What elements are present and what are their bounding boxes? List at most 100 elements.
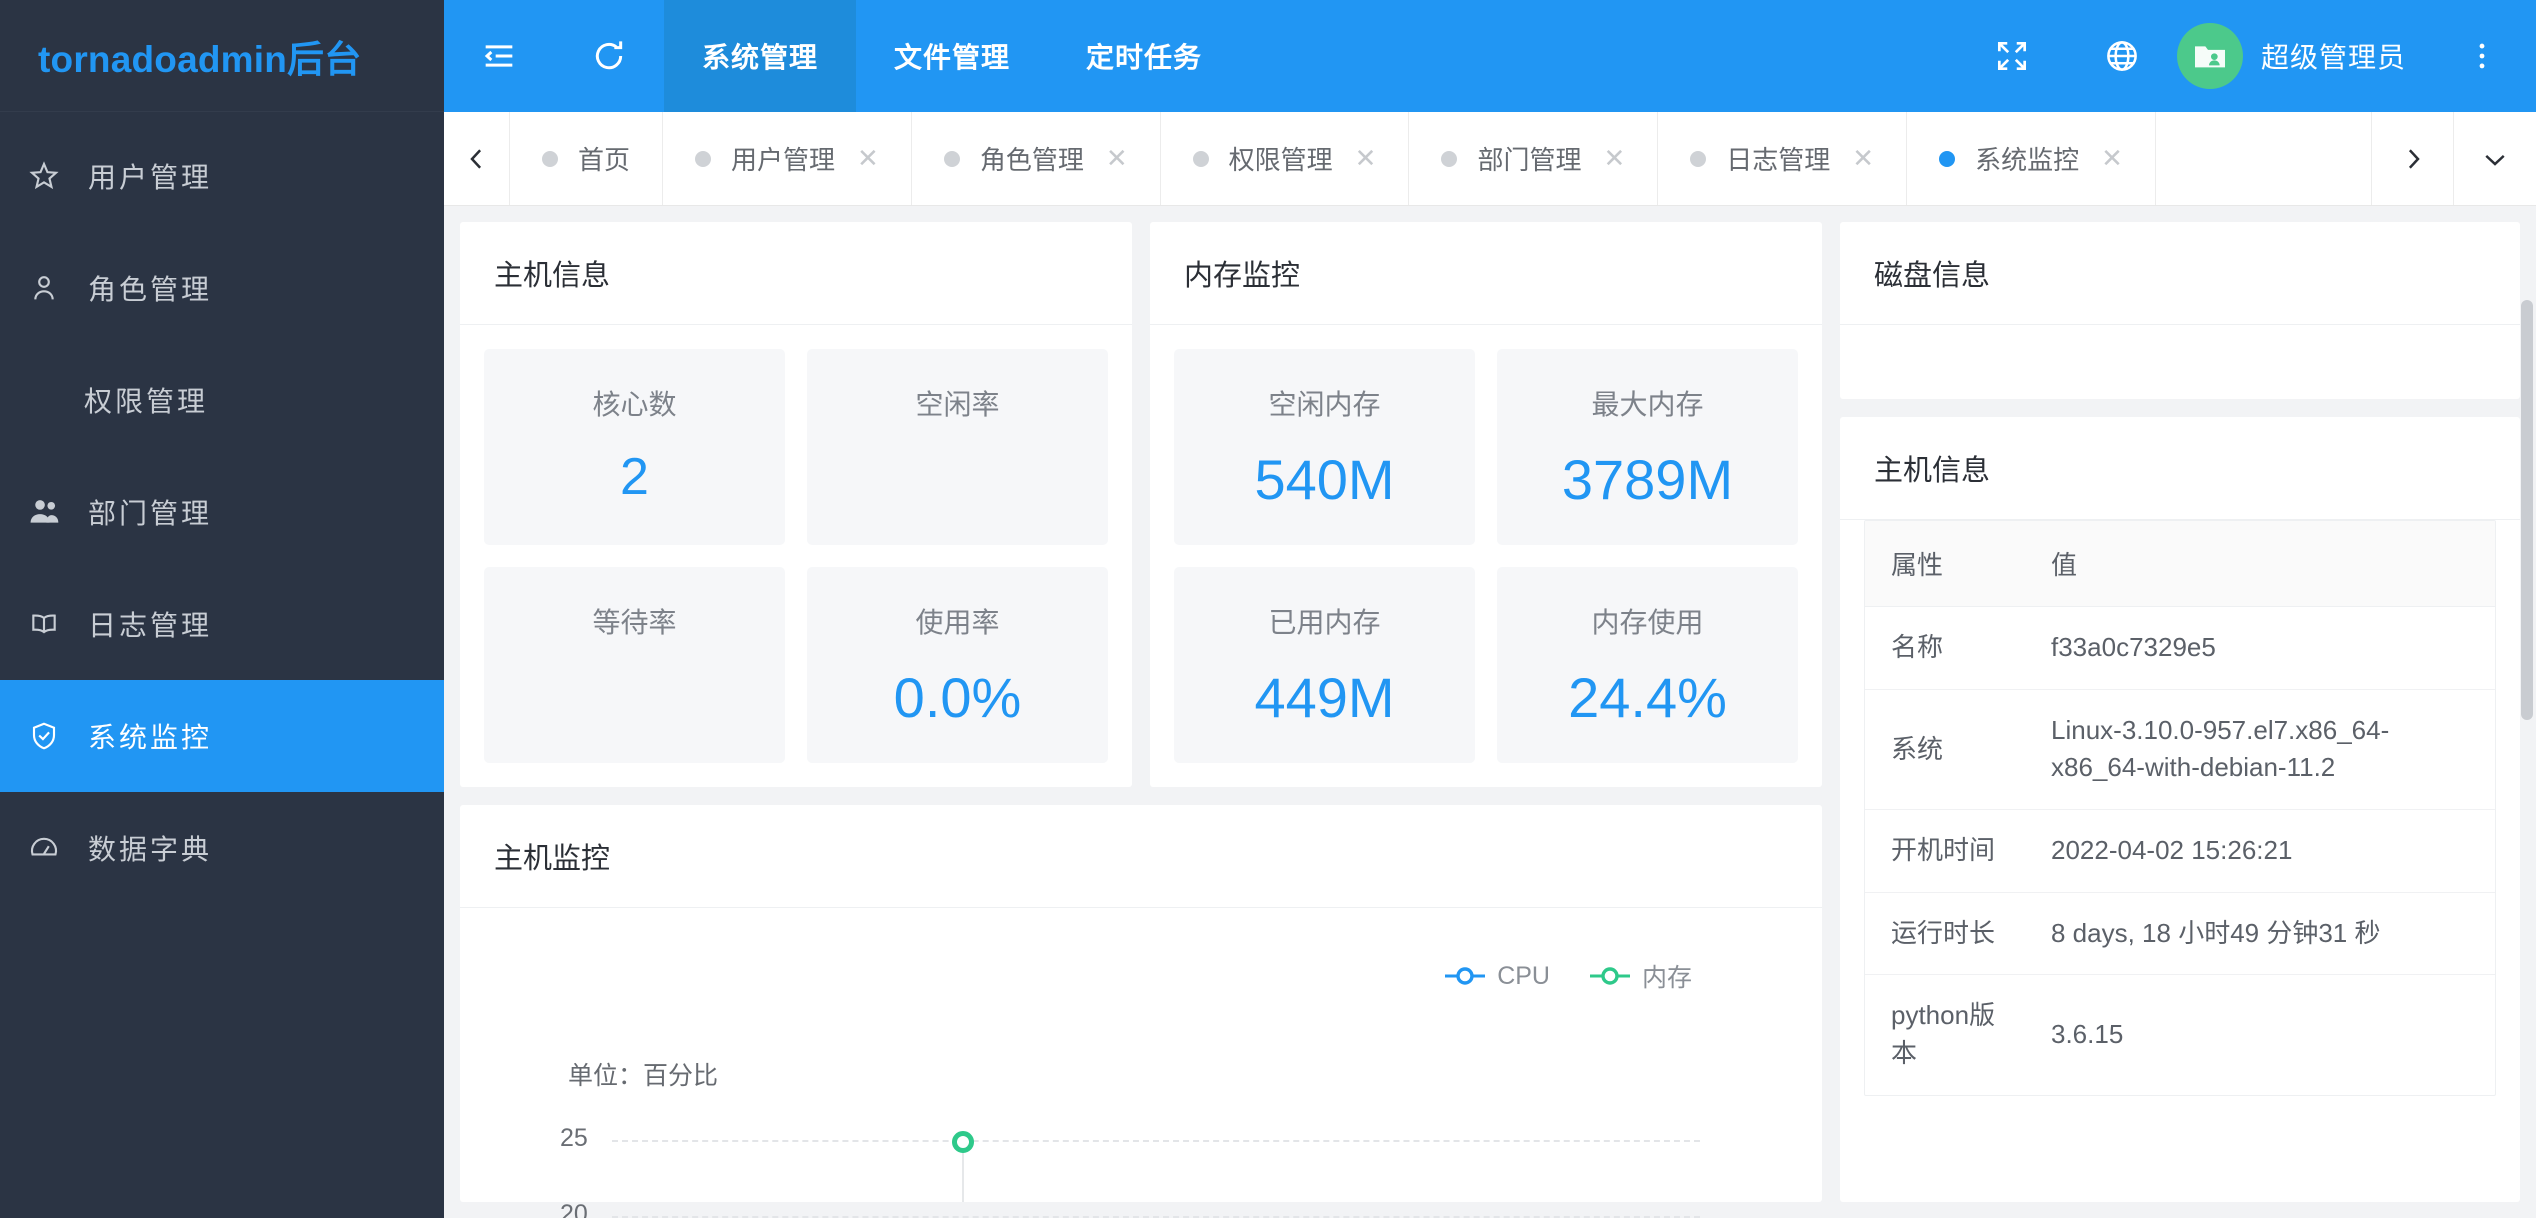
tab-close-icon[interactable]: ✕ [1106, 143, 1128, 174]
username-label[interactable]: 超级管理员 [2261, 36, 2406, 76]
tab-system-monitor[interactable]: 系统监控 ✕ [1907, 112, 2156, 205]
logo[interactable]: tornadoadmin后台 [0, 0, 444, 112]
tab-department-management[interactable]: 部门管理 ✕ [1409, 112, 1659, 205]
tab-status-dot [1192, 150, 1209, 167]
stat-label: 最大内存 [1591, 389, 1704, 420]
stat-memory-usage: 内存使用 24.4% [1497, 567, 1798, 763]
refresh-icon[interactable] [554, 0, 664, 112]
table-row: 系统 Linux-3.10.0-957.el7.x86_64-x86_64-wi… [1865, 689, 2495, 811]
stat-usage-rate: 使用率 0.0% [807, 567, 1108, 763]
legend-item-cpu[interactable]: CPU [1443, 962, 1550, 991]
host-info-card-body: 核心数 2 空闲率 等待率 使用率 0.0% [460, 325, 1132, 787]
sidebar-item-label: 系统监控 [88, 722, 213, 753]
stat-label: 核心数 [592, 389, 677, 420]
tab-close-icon[interactable]: ✕ [857, 143, 879, 174]
shield-check-icon [28, 720, 88, 752]
more-vertical-icon[interactable] [2452, 39, 2512, 73]
card-title: 磁盘信息 [1840, 222, 2520, 325]
gauge-icon [28, 832, 88, 864]
stat-core-count: 核心数 2 [484, 349, 785, 545]
column-header-value: 值 [2025, 521, 2495, 607]
memory-marker-icon [1589, 967, 1630, 985]
host-monitor-chart[interactable]: CPU 内存 单位：百分比 25 20 [460, 908, 1822, 1218]
chevron-right-icon[interactable] [2372, 112, 2454, 205]
tab-log-management[interactable]: 日志管理 ✕ [1658, 112, 1908, 205]
tab-home[interactable]: 首页 [510, 112, 664, 205]
sidebar-item-department-management[interactable]: 部门管理 [0, 456, 444, 568]
sidebar-item-role-management[interactable]: 角色管理 [0, 232, 444, 344]
sidebar: tornadoadmin后台 用户管理 角色管理 权限管理 部门管理 日志管理 … [0, 0, 444, 1218]
sidebar-item-log-management[interactable]: 日志管理 [0, 568, 444, 680]
tab-user-management[interactable]: 用户管理 ✕ [663, 112, 912, 205]
memory-monitor-card: 内存监控 空闲内存 540M 最大内存 3789M 已用内存 449M 内存使用… [1150, 222, 1822, 787]
tab-role-management[interactable]: 角色管理 ✕ [912, 112, 1161, 205]
tab-label: 用户管理 [731, 145, 836, 175]
card-title: 主机信息 [1840, 417, 2520, 520]
collapse-menu-icon[interactable] [444, 0, 554, 112]
tab-label: 日志管理 [1726, 145, 1831, 175]
stat-label: 内存使用 [1591, 607, 1704, 638]
sidebar-item-data-dictionary[interactable]: 数据字典 [0, 792, 444, 904]
star-icon [28, 160, 88, 192]
sidebar-nav: 用户管理 角色管理 权限管理 部门管理 日志管理 系统监控 数据字典 [0, 112, 444, 1218]
sidebar-item-label: 部门管理 [88, 498, 213, 529]
sidebar-item-permission-management[interactable]: 权限管理 [0, 344, 444, 456]
disk-info-body [1840, 325, 2520, 399]
tab-label: 首页 [578, 145, 631, 175]
tab-permission-management[interactable]: 权限管理 ✕ [1161, 112, 1410, 205]
header-nav-scheduled-tasks[interactable]: 定时任务 [1048, 0, 1240, 112]
stat-label: 已用内存 [1268, 607, 1381, 638]
top-header: 系统管理 文件管理 定时任务 超级管理员 [444, 0, 2536, 112]
table-header-row: 属性 值 [1865, 521, 2495, 607]
top-cards-row: 主机信息 核心数 2 空闲率 等待率 使用率 0.0% 内存监控 空闲内存 54… [460, 222, 1822, 787]
stat-value: 449M [1254, 666, 1395, 729]
sidebar-item-system-monitor[interactable]: 系统监控 [0, 680, 444, 792]
host-detail-table-wrap: 属性 值 名称 f33a0c7329e5 系统 Linux-3.10.0-957… [1864, 520, 2496, 1096]
tab-status-dot [1690, 150, 1707, 167]
header-nav-file-management[interactable]: 文件管理 [856, 0, 1048, 112]
tab-status-dot [695, 150, 712, 167]
tab-close-icon[interactable]: ✕ [1355, 143, 1377, 174]
tab-status-dot [1939, 150, 1956, 167]
page-scrollbar[interactable] [2521, 300, 2533, 720]
tab-status-dot [542, 150, 558, 167]
table-row: 名称 f33a0c7329e5 [1865, 606, 2495, 690]
stat-value: 2 [620, 448, 649, 506]
users-icon [28, 495, 88, 529]
tab-status-dot [1441, 150, 1458, 167]
tab-close-icon[interactable]: ✕ [1852, 143, 1874, 174]
stat-value: 3789M [1561, 448, 1734, 511]
memory-card-body: 空闲内存 540M 最大内存 3789M 已用内存 449M 内存使用 24.4… [1150, 325, 1822, 787]
host-detail-table: 属性 值 名称 f33a0c7329e5 系统 Linux-3.10.0-957… [1865, 521, 2495, 1095]
legend-item-memory[interactable]: 内存 [1588, 958, 1692, 994]
chevron-down-icon[interactable] [2454, 112, 2536, 205]
stat-label: 空闲内存 [1268, 389, 1381, 420]
header-spacer [1240, 0, 1957, 112]
cell-key: 运行时长 [1865, 892, 2025, 976]
globe-icon[interactable] [2067, 37, 2177, 75]
stat-value: 24.4% [1568, 666, 1727, 729]
tab-label: 部门管理 [1477, 145, 1582, 175]
chart-unit-label: 单位：百分比 [568, 1062, 719, 1090]
fullscreen-icon[interactable] [1957, 37, 2067, 75]
cell-value: 8 days, 18 小时49 分钟31 秒 [2025, 892, 2495, 976]
left-column: 主机信息 核心数 2 空闲率 等待率 使用率 0.0% 内存监控 空闲内存 54… [460, 222, 1822, 1218]
ytick-25: 25 [560, 1124, 588, 1152]
tab-close-icon[interactable]: ✕ [2101, 143, 2123, 174]
header-nav-system-management[interactable]: 系统管理 [664, 0, 857, 112]
stat-used-memory: 已用内存 449M [1174, 567, 1475, 763]
tab-label: 权限管理 [1228, 145, 1333, 175]
tab-label: 系统监控 [1975, 145, 2080, 175]
user-folder-icon[interactable] [2176, 23, 2243, 89]
host-monitor-card: 主机监控 CPU 内存 单位：百分比 25 20 [460, 805, 1822, 1218]
tab-status-dot [943, 150, 960, 167]
stat-max-memory: 最大内存 3789M [1497, 349, 1798, 545]
tab-close-icon[interactable]: ✕ [1603, 143, 1625, 174]
logo-text: tornadoadmin后台 [38, 38, 362, 80]
sidebar-item-user-management[interactable]: 用户管理 [0, 120, 444, 232]
content-area: 主机信息 核心数 2 空闲率 等待率 使用率 0.0% 内存监控 空闲内存 54… [444, 206, 2536, 1218]
header-actions: 超级管理员 [1957, 0, 2536, 112]
chevron-left-icon[interactable] [444, 112, 510, 205]
stat-wait-rate: 等待率 [484, 567, 785, 763]
ytick-20: 20 [560, 1200, 588, 1218]
